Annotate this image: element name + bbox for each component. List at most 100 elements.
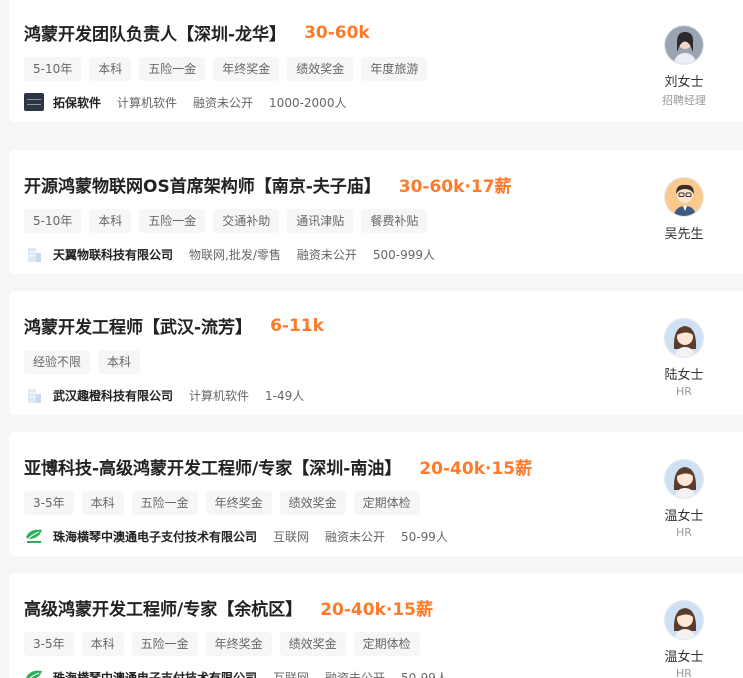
- company-row: 武汉趣橙科技有限公司 计算机软件 1-49人: [24, 386, 320, 404]
- green-leaf-logo[interactable]: [24, 668, 44, 678]
- recruiter-name: 温女士: [664, 650, 704, 665]
- job-list: 鸿蒙开发团队负责人【深圳-龙华】 30-60k 5-10年 本科 五险一金 年终…: [0, 0, 743, 678]
- tag-degree: 本科: [89, 209, 132, 233]
- tag-benefit: 年终奖金: [205, 632, 272, 656]
- job-card[interactable]: 鸿蒙开发团队负责人【深圳-龙华】 30-60k 5-10年 本科 五险一金 年终…: [9, 0, 743, 122]
- company-name[interactable]: 拓保软件: [53, 94, 101, 111]
- tag-benefit: 餐费补贴: [361, 209, 428, 233]
- salary: 6-11k: [270, 315, 324, 336]
- company-funding: 融资未公开: [325, 670, 386, 678]
- job-title[interactable]: 亚博科技-高级鸿蒙开发工程师/专家【深圳-南油】: [24, 454, 401, 479]
- tag-benefit: 通讯津贴: [287, 209, 354, 233]
- job-tags: 5-10年 本科 五险一金 年终奖金 绩效奖金 年度旅游: [24, 57, 428, 81]
- tag-experience: 3-5年: [24, 632, 74, 656]
- tag-benefit: 五险一金: [139, 209, 206, 233]
- job-title[interactable]: 鸿蒙开发工程师【武汉-流芳】: [24, 313, 252, 338]
- recruiter[interactable]: 温女士 HR: [639, 459, 729, 539]
- dark-square-logo[interactable]: [24, 93, 44, 111]
- building-logo[interactable]: [24, 386, 44, 404]
- recruiter-title: HR: [676, 667, 692, 678]
- female-cartoon-avatar[interactable]: [664, 600, 704, 640]
- company-row: 天翼物联科技有限公司 物联网,批发/零售 融资未公开 500-999人: [24, 245, 451, 263]
- company-industry: 物联网,批发/零售: [189, 247, 281, 262]
- company-name[interactable]: 天翼物联科技有限公司: [53, 246, 173, 263]
- recruiter[interactable]: 温女士 HR: [639, 600, 729, 678]
- job-title-row: 开源鸿蒙物联网OS首席架构师【南京-夫子庙】 30-60k·17薪: [24, 172, 512, 197]
- recruiter[interactable]: 陆女士 HR: [639, 318, 729, 398]
- company-funding: 融资未公开: [325, 529, 386, 544]
- tag-benefit: 五险一金: [131, 632, 198, 656]
- company-industry: 计算机软件: [117, 95, 178, 110]
- company-size: 1-49人: [265, 388, 305, 403]
- tag-benefit: 五险一金: [139, 57, 206, 81]
- salary: 20-40k·15薪: [320, 600, 434, 620]
- company-name[interactable]: 珠海横琴中澳通电子支付技术有限公司: [53, 669, 257, 678]
- tag-experience: 5-10年: [24, 209, 82, 233]
- company-size: 50-99人: [401, 529, 448, 544]
- company-name[interactable]: 珠海横琴中澳通电子支付技术有限公司: [53, 528, 257, 545]
- company-industry: 计算机软件: [189, 388, 250, 403]
- male-cartoon-avatar[interactable]: [664, 177, 704, 217]
- tag-degree: 本科: [81, 632, 124, 656]
- recruiter-name: 吴先生: [664, 227, 704, 242]
- tag-experience: 3-5年: [24, 491, 74, 515]
- tag-benefit: 交通补助: [213, 209, 280, 233]
- company-size: 500-999人: [372, 247, 436, 262]
- photo-avatar[interactable]: [664, 25, 704, 65]
- building-logo[interactable]: [24, 245, 44, 263]
- company-industry: 互联网: [273, 529, 310, 544]
- female-cartoon-avatar[interactable]: [664, 459, 704, 499]
- company-name[interactable]: 武汉趣橙科技有限公司: [53, 387, 173, 404]
- tag-degree: 本科: [81, 491, 124, 515]
- green-leaf-logo[interactable]: [24, 527, 44, 545]
- recruiter-title: 招聘经理: [662, 94, 706, 107]
- tag-benefit: 年终奖金: [205, 491, 272, 515]
- salary: 20-40k·15薪: [419, 459, 533, 479]
- tag-benefit: 绩效奖金: [279, 632, 346, 656]
- job-tags: 3-5年 本科 五险一金 年终奖金 绩效奖金 定期体检: [24, 632, 420, 656]
- recruiter-name: 刘女士: [664, 75, 704, 90]
- recruiter-title: HR: [676, 526, 692, 539]
- recruiter-name: 陆女士: [664, 368, 704, 383]
- job-title[interactable]: 开源鸿蒙物联网OS首席架构师【南京-夫子庙】: [24, 172, 381, 197]
- tag-benefit: 年终奖金: [213, 57, 280, 81]
- job-title[interactable]: 高级鸿蒙开发工程师/专家【余杭区】: [24, 595, 302, 620]
- tag-experience: 经验不限: [24, 350, 91, 374]
- job-title-row: 高级鸿蒙开发工程师/专家【余杭区】 20-40k·15薪: [24, 595, 433, 620]
- company-size: 50-99人: [401, 670, 448, 678]
- company-row: 珠海横琴中澳通电子支付技术有限公司 互联网 融资未公开 50-99人: [24, 668, 464, 678]
- job-title-row: 鸿蒙开发团队负责人【深圳-龙华】 30-60k: [24, 20, 370, 46]
- job-title[interactable]: 鸿蒙开发团队负责人【深圳-龙华】: [24, 20, 286, 45]
- job-card[interactable]: 开源鸿蒙物联网OS首席架构师【南京-夫子庙】 30-60k·17薪 5-10年 …: [9, 150, 743, 274]
- job-card[interactable]: 鸿蒙开发工程师【武汉-流芳】 6-11k 经验不限 本科 武汉趣橙科技有限公司 …: [9, 291, 743, 415]
- job-title-row: 亚博科技-高级鸿蒙开发工程师/专家【深圳-南油】 20-40k·15薪: [24, 454, 532, 479]
- tag-benefit: 定期体检: [353, 632, 420, 656]
- job-card[interactable]: 亚博科技-高级鸿蒙开发工程师/专家【深圳-南油】 20-40k·15薪 3-5年…: [9, 432, 743, 556]
- tag-benefit: 绩效奖金: [287, 57, 354, 81]
- female-cartoon-avatar[interactable]: [664, 318, 704, 358]
- salary: 30-60k: [304, 22, 370, 43]
- job-card[interactable]: 高级鸿蒙开发工程师/专家【余杭区】 20-40k·15薪 3-5年 本科 五险一…: [9, 573, 743, 678]
- company-industry: 互联网: [273, 670, 310, 678]
- tag-benefit: 定期体检: [353, 491, 420, 515]
- tag-experience: 5-10年: [24, 57, 82, 81]
- company-row: 拓保软件 计算机软件 融资未公开 1000-2000人: [24, 93, 362, 111]
- job-title-row: 鸿蒙开发工程师【武汉-流芳】 6-11k: [24, 313, 324, 339]
- recruiter[interactable]: 刘女士 招聘经理: [639, 25, 729, 108]
- tag-benefit: 五险一金: [131, 491, 198, 515]
- company-funding: 融资未公开: [296, 247, 357, 262]
- tag-degree: 本科: [89, 57, 132, 81]
- tag-benefit: 年度旅游: [361, 57, 428, 81]
- job-tags: 经验不限 本科: [24, 350, 141, 374]
- job-tags: 3-5年 本科 五险一金 年终奖金 绩效奖金 定期体检: [24, 491, 420, 515]
- recruiter-name: 温女士: [664, 509, 704, 524]
- tag-degree: 本科: [98, 350, 141, 374]
- company-size: 1000-2000人: [269, 95, 347, 110]
- recruiter[interactable]: 吴先生: [639, 177, 729, 244]
- company-row: 珠海横琴中澳通电子支付技术有限公司 互联网 融资未公开 50-99人: [24, 527, 464, 545]
- recruiter-title: HR: [676, 385, 692, 398]
- company-funding: 融资未公开: [193, 95, 254, 110]
- salary: 30-60k·17薪: [398, 177, 512, 197]
- tag-benefit: 绩效奖金: [279, 491, 346, 515]
- job-tags: 5-10年 本科 五险一金 交通补助 通讯津贴 餐费补贴: [24, 209, 428, 233]
